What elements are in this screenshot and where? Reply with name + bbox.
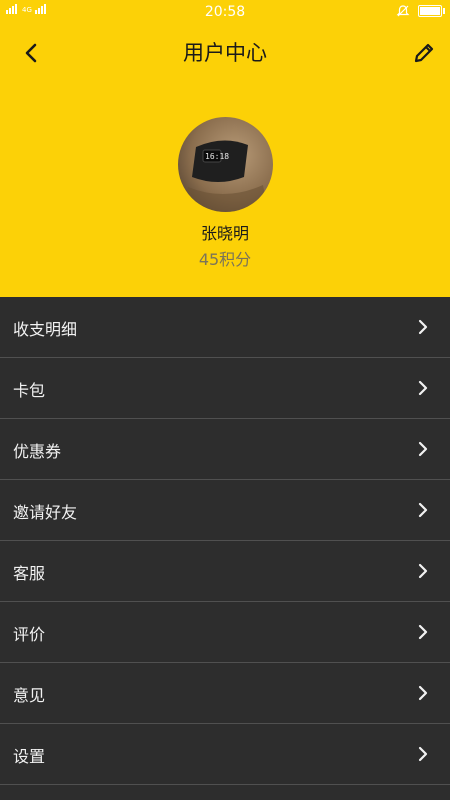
profile-header: 4G 20:58 用户中心 16:18 张晓明 45积分 [0,0,450,297]
status-time: 20:58 [204,4,246,20]
chevron-right-icon [418,319,428,335]
menu-item-transactions[interactable]: 收支明细 [0,297,450,358]
chevron-right-icon [418,441,428,457]
menu-item-label: 收支明细 [13,320,78,339]
battery-icon [418,5,445,17]
bell-muted-icon [396,5,410,17]
page-title: 用户中心 [183,41,267,65]
user-points[interactable]: 45积分 [0,246,450,270]
menu-item-label: 优惠券 [13,442,62,461]
avatar[interactable]: 16:18 [178,117,273,212]
edit-profile-button[interactable] [408,38,438,68]
chevron-right-icon [418,502,428,518]
user-name: 张晓明 [200,224,249,243]
menu-item-customer-service[interactable]: 客服 [0,541,450,602]
menu-item-coupons[interactable]: 优惠券 [0,419,450,480]
chevron-right-icon [418,624,428,640]
chevron-right-icon [418,380,428,396]
chevron-right-icon [418,746,428,762]
chevron-right-icon [418,685,428,701]
status-bar: 4G 20:58 [0,0,450,24]
svg-text:16:18: 16:18 [205,152,229,161]
menu-item-label: 邀请好友 [13,503,78,522]
menu-item-label: 卡包 [13,381,46,400]
menu-item-label: 意见 [13,686,46,705]
menu-item-label: 客服 [13,564,46,583]
chevron-right-icon [418,563,428,579]
menu-item-feedback[interactable]: 意见 [0,663,450,724]
menu-item-label: 评价 [13,625,46,644]
fitness-band-image: 16:18 [183,140,268,212]
menu-item-invite-friends[interactable]: 邀请好友 [0,480,450,541]
menu-item-label: 设置 [13,747,46,766]
menu-item-settings[interactable]: 设置 [0,724,450,785]
pencil-icon [414,43,434,63]
menu-item-reviews[interactable]: 评价 [0,602,450,663]
menu-list: 收支明细 卡包 优惠券 邀请好友 客服 评价 意见 设置 [0,297,450,785]
menu-item-card-wallet[interactable]: 卡包 [0,358,450,419]
